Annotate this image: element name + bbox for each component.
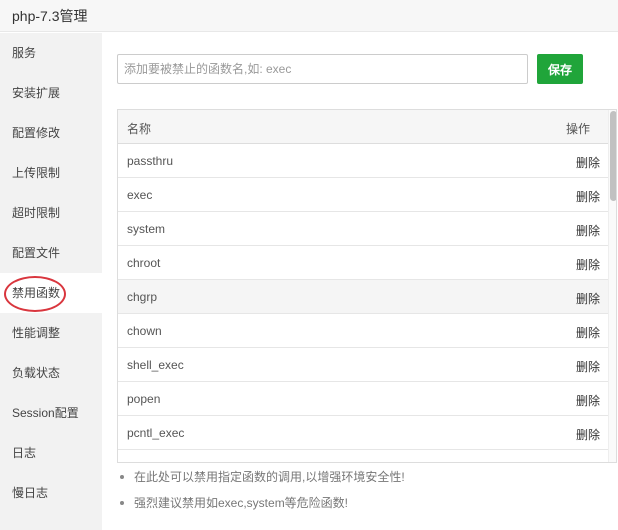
column-header-operation: 操作 [565,122,590,136]
sidebar-item-label: 上传限制 [12,166,61,180]
table-row: passthru 删除 [118,144,608,178]
sidebar-item-config-modify[interactable]: 配置修改 [0,113,102,153]
table-scrollbar[interactable] [608,110,616,462]
help-tips: 在此处可以禁用指定函数的调用,以增强环境安全性! 强烈建议禁用如exec,sys… [117,465,607,517]
sidebar-item-config-file[interactable]: 配置文件 [0,233,102,273]
sidebar-item-upload-limit[interactable]: 上传限制 [0,153,102,193]
sidebar-item-label: 日志 [12,446,37,460]
sidebar-item-label: 安装扩展 [12,86,61,100]
function-name: passthru [127,154,174,168]
table-row: popen 删除 [118,382,608,416]
sidebar-item-slow-log[interactable]: 慢日志 [0,473,102,513]
table-row: chroot 删除 [118,246,608,280]
table-header: 名称 操作 [118,110,608,144]
delete-link[interactable]: 删除 [576,324,600,341]
scrollbar-thumb[interactable] [610,111,616,201]
main-panel: 保存 名称 操作 passthru 删除 exec 删除 system 删除 c… [102,33,618,530]
function-name: chgrp [127,290,158,304]
sidebar-item-label: 禁用函数 [12,286,61,300]
function-name: pcntl_exec [127,426,185,440]
window-title: php-7.3管理 [12,8,88,24]
disabled-functions-table: 名称 操作 passthru 删除 exec 删除 system 删除 chro… [117,109,617,463]
table-row: shell_exec 删除 [118,348,608,382]
function-name: exec [127,188,153,202]
function-name: chown [127,324,162,338]
sidebar-item-label: 配置修改 [12,126,61,140]
column-header-name: 名称 [127,122,152,136]
sidebar-item-log[interactable]: 日志 [0,433,102,473]
sidebar-item-label: 慢日志 [12,486,49,500]
sidebar: 服务 安装扩展 配置修改 上传限制 超时限制 配置文件 禁用函数 性能调整 负载… [0,33,102,530]
function-name: popen [127,392,161,406]
tip-item: 在此处可以禁用指定函数的调用,以增强环境安全性! [117,465,607,491]
function-name: chroot [127,256,161,270]
delete-link[interactable]: 删除 [576,256,600,273]
sidebar-item-label: 性能调整 [12,326,61,340]
sidebar-item-disabled-functions[interactable]: 禁用函数 [0,273,102,313]
delete-link[interactable]: 删除 [576,426,600,443]
delete-link[interactable]: 删除 [576,188,600,205]
table-row: chown 删除 [118,314,608,348]
sidebar-item-timeout-limit[interactable]: 超时限制 [0,193,102,233]
delete-link[interactable]: 删除 [576,222,600,239]
table-row: system 删除 [118,212,608,246]
sidebar-item-label: 服务 [12,46,37,60]
delete-link[interactable]: 删除 [576,392,600,409]
save-button[interactable]: 保存 [537,54,583,84]
sidebar-item-install-extension[interactable]: 安装扩展 [0,73,102,113]
delete-link[interactable]: 删除 [576,154,600,171]
sidebar-item-label: Session配置 [12,406,79,420]
table-row: chgrp 删除 [118,280,608,314]
table-row: exec 删除 [118,178,608,212]
window-titlebar: php-7.3管理 [0,0,618,32]
delete-link[interactable]: 删除 [576,358,600,375]
sidebar-item-label: 超时限制 [12,206,61,220]
table-row: pcntl_exec 删除 [118,416,608,450]
sidebar-item-performance[interactable]: 性能调整 [0,313,102,353]
table-body: passthru 删除 exec 删除 system 删除 chroot 删除 … [118,144,608,450]
function-name: system [127,222,166,236]
function-name: shell_exec [127,358,184,372]
sidebar-item-label: 配置文件 [12,246,61,260]
sidebar-item-session-config[interactable]: Session配置 [0,393,102,433]
delete-link[interactable]: 删除 [576,290,600,307]
sidebar-item-label: 负载状态 [12,366,61,380]
tip-item: 强烈建议禁用如exec,system等危险函数! [117,491,607,517]
sidebar-item-load-status[interactable]: 负载状态 [0,353,102,393]
function-name-input[interactable] [117,54,528,84]
sidebar-item-service[interactable]: 服务 [0,33,102,73]
